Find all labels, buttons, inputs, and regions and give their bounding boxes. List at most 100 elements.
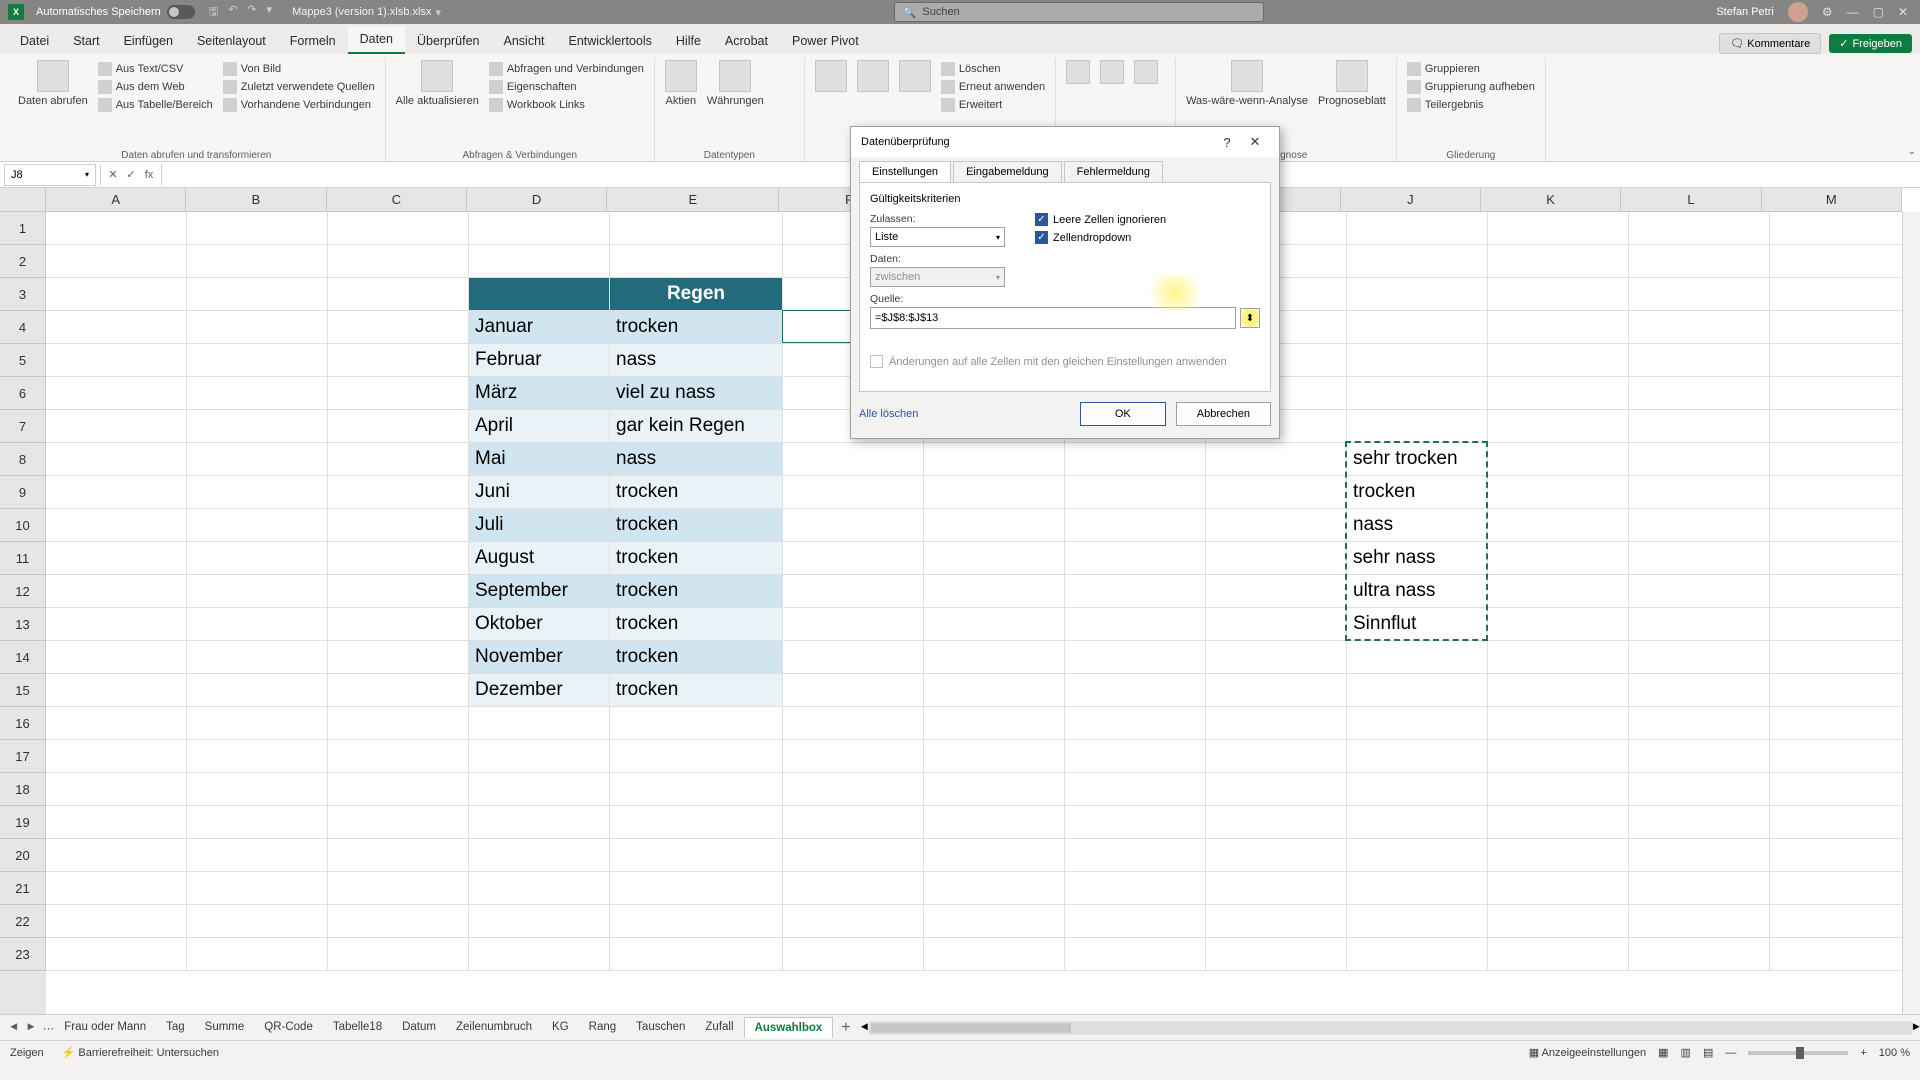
cell[interactable] (924, 575, 1065, 608)
sheet-tab[interactable]: Zeilenumbruch (446, 1017, 542, 1038)
cell[interactable] (328, 707, 469, 740)
cell[interactable]: trocken (610, 542, 783, 575)
cell[interactable] (328, 212, 469, 245)
column-header[interactable]: L (1621, 188, 1761, 212)
ribbon-item[interactable]: Vorhandene Verbindungen (223, 96, 375, 114)
zoom-level[interactable]: 100 % (1879, 1047, 1910, 1059)
cell[interactable] (469, 938, 610, 971)
cell[interactable] (1488, 905, 1629, 938)
cell[interactable] (328, 377, 469, 410)
cell[interactable] (328, 575, 469, 608)
cell[interactable]: Januar (469, 311, 610, 344)
cell[interactable] (328, 542, 469, 575)
cell[interactable] (328, 344, 469, 377)
cell[interactable] (187, 344, 328, 377)
cell[interactable] (328, 245, 469, 278)
clear-all-button[interactable]: Alle löschen (859, 402, 918, 426)
ribbon-tab-start[interactable]: Start (61, 28, 111, 54)
cell[interactable]: gar kein Regen (610, 410, 783, 443)
cell[interactable] (187, 509, 328, 542)
cell[interactable] (610, 707, 783, 740)
cell[interactable] (1488, 608, 1629, 641)
ribbon-item[interactable]: Von Bild (223, 60, 375, 78)
sheet-tab[interactable]: Tauschen (626, 1017, 695, 1038)
cell[interactable] (46, 575, 187, 608)
cell[interactable] (328, 806, 469, 839)
cell[interactable] (46, 476, 187, 509)
cell[interactable] (1770, 707, 1911, 740)
cell[interactable] (187, 674, 328, 707)
cell[interactable] (187, 641, 328, 674)
cell[interactable] (1770, 872, 1911, 905)
view-normal-icon[interactable]: ▦ (1658, 1046, 1668, 1059)
cell[interactable] (328, 476, 469, 509)
cell[interactable] (1347, 938, 1488, 971)
share-button[interactable]: ✓ Freigeben (1829, 34, 1912, 53)
row-header[interactable]: 5 (0, 344, 46, 377)
row-header[interactable]: 9 (0, 476, 46, 509)
cell[interactable] (1629, 410, 1770, 443)
cell[interactable] (1488, 344, 1629, 377)
cell[interactable] (1488, 872, 1629, 905)
cell[interactable] (1206, 509, 1347, 542)
ribbon-tab-einfügen[interactable]: Einfügen (112, 28, 185, 54)
cell[interactable]: Juli (469, 509, 610, 542)
column-header[interactable]: B (186, 188, 326, 212)
cell[interactable] (1488, 773, 1629, 806)
cell[interactable] (1770, 740, 1911, 773)
ribbon-item[interactable]: Gruppieren (1407, 60, 1535, 78)
cancel-button[interactable]: Abbrechen (1176, 402, 1271, 426)
cell[interactable] (1347, 740, 1488, 773)
cell[interactable] (1347, 641, 1488, 674)
cell[interactable] (1065, 707, 1206, 740)
cell[interactable] (469, 278, 610, 311)
cell[interactable] (1629, 575, 1770, 608)
cell[interactable] (610, 872, 783, 905)
cell[interactable] (187, 740, 328, 773)
cell[interactable] (783, 542, 924, 575)
row-header[interactable]: 4 (0, 311, 46, 344)
cell[interactable]: August (469, 542, 610, 575)
cell[interactable] (1065, 740, 1206, 773)
cell[interactable] (1629, 443, 1770, 476)
cell[interactable] (783, 806, 924, 839)
cell[interactable] (187, 311, 328, 344)
sheet-tab[interactable]: Tabelle18 (323, 1017, 392, 1038)
zoom-out-icon[interactable]: — (1725, 1047, 1736, 1059)
cell[interactable] (187, 608, 328, 641)
cell[interactable] (46, 443, 187, 476)
cell[interactable]: trocken (610, 608, 783, 641)
row-header[interactable]: 13 (0, 608, 46, 641)
cell[interactable] (469, 839, 610, 872)
cell[interactable] (46, 773, 187, 806)
cell[interactable]: nass (1347, 509, 1488, 542)
cell[interactable] (1347, 839, 1488, 872)
cell[interactable] (1065, 773, 1206, 806)
ribbon-tab-formeln[interactable]: Formeln (278, 28, 348, 54)
ribbon-collapse-icon[interactable]: ⌄ (1908, 146, 1916, 157)
cell[interactable] (1770, 377, 1911, 410)
cell[interactable] (610, 806, 783, 839)
cell[interactable] (1206, 674, 1347, 707)
cell[interactable] (1488, 542, 1629, 575)
cell[interactable] (1065, 806, 1206, 839)
cell[interactable] (1488, 707, 1629, 740)
cell[interactable] (328, 938, 469, 971)
cell[interactable] (1347, 872, 1488, 905)
search-box[interactable]: 🔍 Suchen (894, 2, 1264, 22)
cell[interactable] (1065, 839, 1206, 872)
cell[interactable]: November (469, 641, 610, 674)
cell[interactable] (1488, 245, 1629, 278)
column-header[interactable]: J (1341, 188, 1481, 212)
ribbon-tab-acrobat[interactable]: Acrobat (713, 28, 780, 54)
cell[interactable] (1770, 938, 1911, 971)
cell[interactable] (783, 872, 924, 905)
cell[interactable] (1206, 542, 1347, 575)
row-header[interactable]: 17 (0, 740, 46, 773)
cell[interactable] (1629, 608, 1770, 641)
cell[interactable] (1206, 905, 1347, 938)
cell[interactable] (328, 509, 469, 542)
ribbon-item[interactable]: Erneut anwenden (941, 78, 1045, 96)
cell[interactable] (1488, 212, 1629, 245)
ribbon-item[interactable]: Aus Tabelle/Bereich (98, 96, 213, 114)
